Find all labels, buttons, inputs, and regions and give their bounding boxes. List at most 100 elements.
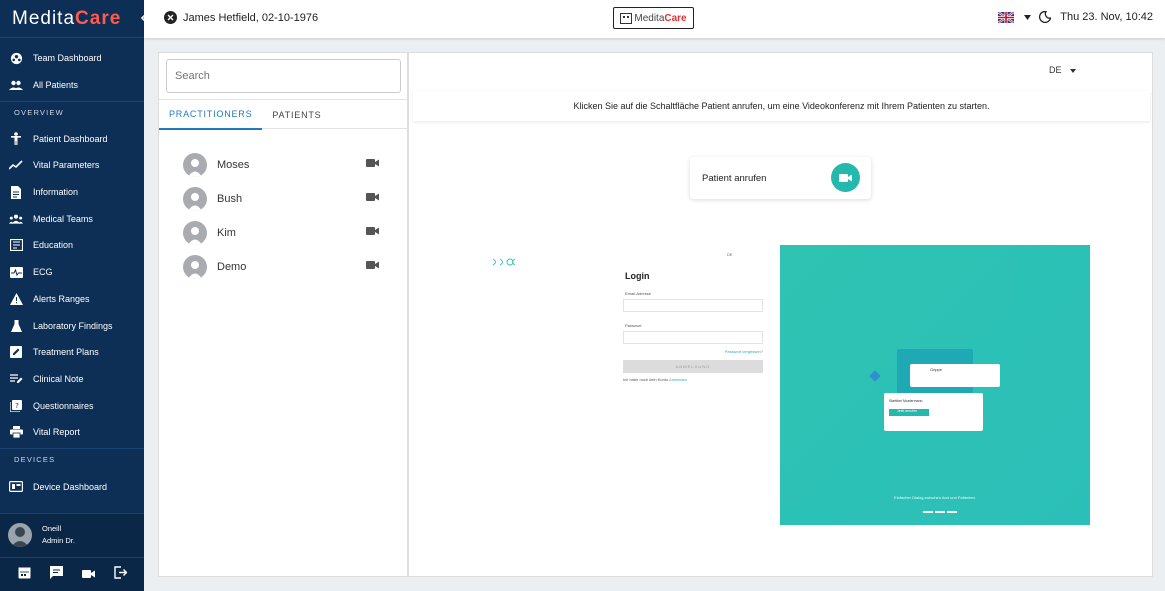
preview-register-link: Anmelden: [669, 377, 688, 382]
flask-icon: [9, 319, 23, 333]
preview-email-field: [623, 299, 763, 312]
instruction-banner: Klicken Sie auf die Schaltfläche Patient…: [413, 91, 1150, 121]
dark-mode-icon[interactable]: [1039, 11, 1052, 23]
sidebar-item-vital-parameters[interactable]: Vital Parameters: [0, 152, 144, 179]
sidebar-item-team-dashboard[interactable]: Team Dashboard: [0, 45, 144, 72]
preview-card2-button: Jetzt anrufen: [889, 409, 929, 416]
video-call-icon[interactable]: [366, 192, 379, 205]
calendar-icon[interactable]: [18, 566, 31, 584]
sidebar-item-label: Medical Teams: [33, 213, 93, 224]
edit-square-icon: [9, 345, 23, 359]
sidebar-item-label: ECG: [33, 267, 53, 278]
search-input[interactable]: [166, 59, 401, 93]
sidebar-item-information[interactable]: Information: [0, 179, 144, 206]
sidebar-item-label: Questionnaires: [33, 400, 94, 411]
preview-no-account: Ich habe noch kein Konto: [623, 377, 669, 382]
group-icon: [9, 212, 23, 226]
app-preview-image: DE Login Email-Adresse Passwort Passwort…: [484, 243, 1090, 528]
avatar: [183, 221, 207, 245]
tab-patients[interactable]: PATIENTS: [262, 100, 331, 130]
sidebar-item-education[interactable]: Education: [0, 232, 144, 259]
sidebar: MeditaCare Team Dashboard All Patients O…: [0, 0, 147, 591]
video-call-icon[interactable]: [366, 158, 379, 171]
sidebar-item-patient-dashboard[interactable]: Patient Dashboard: [0, 125, 144, 152]
sidebar-item-questionnaires[interactable]: ? Questionnaires: [0, 392, 144, 419]
sidebar-item-device-dashboard[interactable]: Device Dashboard: [0, 474, 144, 501]
user-info: Oneill Admin Dr.: [42, 523, 75, 547]
logout-icon[interactable]: [113, 565, 127, 584]
chevron-down-icon[interactable]: [1024, 14, 1032, 20]
sidebar-item-treatment-plans[interactable]: Treatment Plans: [0, 339, 144, 366]
call-patient-button[interactable]: [831, 163, 860, 192]
preview-card2-title: Starttbei Mustermann: [889, 399, 923, 403]
video-call-icon[interactable]: [366, 260, 379, 273]
building-icon: [620, 12, 633, 24]
sidebar-item-label: Information: [33, 187, 79, 198]
user-role: Admin Dr.: [42, 536, 75, 545]
avatar: [183, 255, 207, 279]
video-icon: [839, 173, 852, 182]
topbar-right: Thu 23. Nov, 10:42: [998, 11, 1153, 23]
sidebar-item-label: Clinical Note: [33, 373, 84, 384]
contact-item[interactable]: Demo: [183, 255, 379, 279]
contact-name: Demo: [217, 261, 247, 273]
sidebar-item-alerts-ranges[interactable]: Alerts Ranges: [0, 286, 144, 313]
user-panel: Oneill Admin Dr.: [0, 513, 144, 591]
sidebar-item-laboratory-findings[interactable]: Laboratory Findings: [0, 312, 144, 339]
contact-item[interactable]: Kim: [183, 221, 379, 245]
language-select[interactable]: DE: [1049, 65, 1077, 75]
preview-teal-panel: Grippe Starttbei Mustermann Jetzt anrufe…: [780, 245, 1090, 525]
avatar[interactable]: [8, 523, 32, 547]
contact-name: Kim: [217, 227, 236, 239]
document-icon: [9, 185, 23, 199]
sidebar-item-label: Education: [33, 240, 74, 251]
avatar: [183, 187, 207, 211]
logo-text: Medita: [12, 7, 76, 29]
call-patient-card[interactable]: Patient anrufen: [690, 157, 871, 199]
team-dashboard-icon: [9, 51, 23, 65]
call-patient-label: Patient anrufen: [702, 172, 767, 184]
preview-login-title: Login: [625, 271, 650, 281]
user-name: Oneill: [42, 524, 62, 533]
sidebar-item-clinical-note[interactable]: Clinical Note: [0, 366, 144, 393]
video-call-icon[interactable]: [366, 226, 379, 239]
sidebar-item-label: All Patients: [33, 80, 79, 91]
sidebar-item-ecg[interactable]: ECG: [0, 259, 144, 286]
book-icon: [9, 238, 23, 252]
preview-register-row: Ich habe noch kein Konto Anmelden: [623, 377, 763, 382]
datetime: Thu 23. Nov, 10:42: [1060, 11, 1153, 23]
topbar: James Hetfield, 02-10-1976 Medita Care Th…: [144, 0, 1165, 38]
contacts-panel: PRACTITIONERS PATIENTS Moses Bush Kim De…: [158, 52, 408, 577]
sidebar-item-label: Laboratory Findings: [33, 320, 113, 331]
sidebar-header: MeditaCare: [0, 0, 147, 38]
ecg-icon: [9, 265, 23, 279]
contact-name: Bush: [217, 193, 243, 205]
people-icon: [9, 78, 23, 92]
preview-login-button: ANMELDUNG: [623, 360, 763, 373]
device-icon: [9, 480, 23, 494]
sidebar-item-all-patients[interactable]: All Patients: [0, 72, 144, 99]
chat-icon[interactable]: [49, 565, 63, 584]
preview-email-label: Email-Adresse: [625, 291, 652, 296]
user-actions: [0, 557, 144, 591]
center-logo: Medita Care: [613, 7, 694, 29]
sidebar-item-label: Alerts Ranges: [33, 293, 90, 304]
tab-practitioners[interactable]: PRACTITIONERS: [159, 100, 263, 130]
contact-item[interactable]: Bush: [183, 187, 379, 211]
preview-forgot-link: Passwort vergessen?: [724, 349, 763, 354]
chevron-down-icon: [1070, 65, 1077, 75]
sidebar-item-medical-teams[interactable]: Medical Teams: [0, 205, 144, 232]
sidebar-item-label: Treatment Plans: [33, 347, 99, 358]
sidebar-item-vital-report[interactable]: Vital Report: [0, 419, 144, 446]
sidebar-item-label: Vital Parameters: [33, 160, 100, 171]
avatar: [183, 153, 207, 177]
sidebar-item-label: Device Dashboard: [33, 481, 108, 492]
preview-login-form: Login Email-Adresse Passwort Passwort ve…: [623, 271, 763, 382]
sidebar-item-label: Team Dashboard: [33, 53, 102, 64]
video-icon[interactable]: [81, 566, 95, 584]
contact-item[interactable]: Moses: [183, 153, 379, 177]
app-logo: MeditaCare: [12, 8, 121, 30]
patient-name: James Hetfield, 02-10-1976: [183, 11, 319, 24]
close-patient-icon[interactable]: [164, 11, 177, 24]
uk-flag-icon[interactable]: [998, 11, 1015, 23]
